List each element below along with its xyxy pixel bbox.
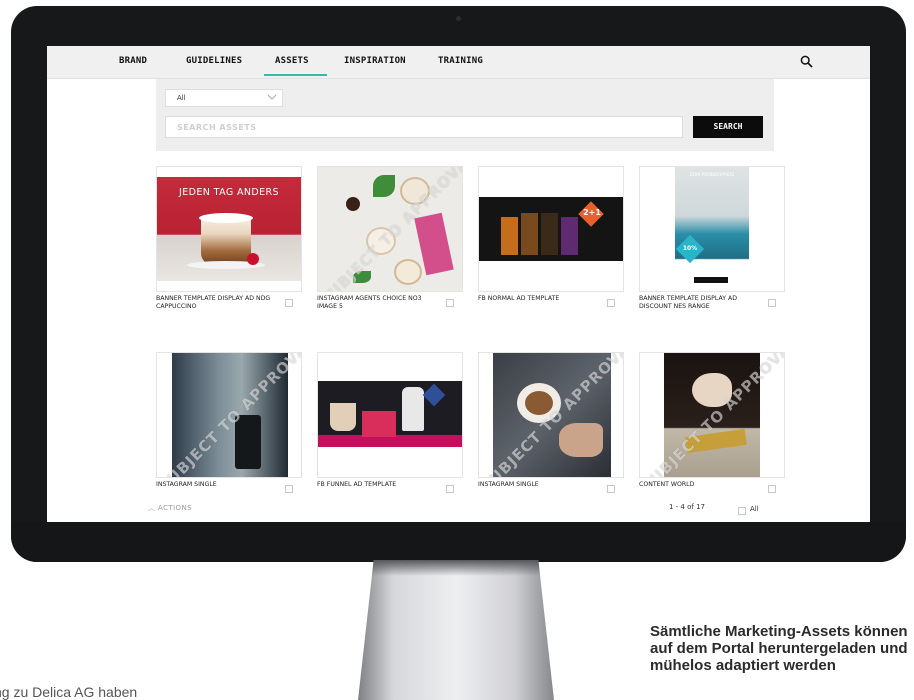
search-icon[interactable]: [800, 55, 813, 68]
asset-title: BANNER TEMPLATE DISPLAY AD NDG CAPPUCCIN…: [156, 295, 271, 310]
asset-thumbnail[interactable]: SUBJECT TO APPROVAL: [317, 166, 463, 292]
asset-title: FB NORMAL AD TEMPLATE: [478, 295, 560, 302]
promo-badge: 2+1: [583, 208, 601, 217]
body-text-fragment: ng zu Delica AG haben: [0, 684, 138, 700]
thumb-headline: JEDEN TAG ANDERS: [179, 187, 279, 198]
pagination-info: 1 - 4 of 17: [669, 503, 705, 511]
category-select-value: All: [177, 94, 186, 102]
asset-select-checkbox[interactable]: [768, 299, 776, 307]
stand-shadow: [371, 560, 541, 576]
select-all-checkbox[interactable]: [738, 507, 746, 515]
monitor-bezel: BRAND GUIDELINES ASSETS INSPIRATION TRAI…: [11, 6, 906, 562]
search-placeholder: SEARCH ASSETS: [177, 123, 257, 132]
nav-item-inspiration[interactable]: INSPIRATION: [344, 56, 406, 66]
chevron-down-icon: [267, 94, 277, 100]
asset-select-checkbox[interactable]: [768, 485, 776, 493]
asset-title: INSTAGRAM SINGLE: [156, 481, 217, 488]
asset-title: INSTAGRAM AGENTS CHOICE NO3 IMAGE 5: [317, 295, 422, 310]
asset-select-checkbox[interactable]: [446, 485, 454, 493]
screen: BRAND GUIDELINES ASSETS INSPIRATION TRAI…: [47, 46, 870, 522]
nav-item-brand[interactable]: BRAND: [119, 56, 147, 66]
asset-thumbnail[interactable]: JEDEN TAG ANDERS: [156, 166, 302, 292]
search-panel: All SEARCH ASSETS SEARCH: [156, 79, 774, 151]
marketing-caption: Sämtliche Marketing-Assets können auf de…: [650, 623, 908, 674]
actions-toggle[interactable]: ︿ ACTIONS: [148, 503, 192, 513]
asset-card[interactable]: SUBJECT TO APPROVAL CONTENT WORLD: [639, 352, 785, 512]
thumb-headline: ZUM PROBIERPREIS: [689, 173, 735, 178]
asset-select-checkbox[interactable]: [607, 485, 615, 493]
asset-card[interactable]: JEDEN TAG ANDERS BANNER TEMPLATE DISPLAY…: [156, 166, 302, 326]
asset-select-checkbox[interactable]: [285, 299, 293, 307]
asset-card[interactable]: SUBJECT TO APPROVAL INSTAGRAM SINGLE: [478, 352, 624, 512]
asset-thumbnail[interactable]: SUBJECT TO APPROVAL: [478, 352, 624, 478]
camera-dot: [456, 16, 461, 21]
asset-title: FB FUNNEL AD TEMPLATE: [317, 481, 397, 488]
asset-title: BANNER TEMPLATE DISPLAY AD DISCOUNT NES …: [639, 295, 737, 310]
search-input[interactable]: SEARCH ASSETS: [165, 116, 683, 138]
asset-thumbnail[interactable]: SUBJECT TO APPROVAL: [156, 352, 302, 478]
asset-title: CONTENT WORLD: [639, 481, 695, 488]
asset-thumbnail[interactable]: SUBJECT TO APPROVAL: [639, 352, 785, 478]
actions-label: ACTIONS: [158, 504, 192, 512]
asset-select-checkbox[interactable]: [607, 299, 615, 307]
nav-item-assets[interactable]: ASSETS: [275, 56, 309, 66]
monitor-stand: [358, 560, 554, 700]
asset-thumbnail[interactable]: ZUM PROBIERPREIS 10%: [639, 166, 785, 292]
asset-card[interactable]: ZUM PROBIERPREIS 10% BANNER TEMPLATE DIS…: [639, 166, 785, 326]
asset-select-checkbox[interactable]: [285, 485, 293, 493]
top-nav: BRAND GUIDELINES ASSETS INSPIRATION TRAI…: [47, 46, 870, 79]
nav-item-guidelines[interactable]: GUIDELINES: [186, 56, 242, 66]
asset-card[interactable]: SUBJECT TO APPROVAL INSTAGRAM AGENTS CHO…: [317, 166, 463, 326]
asset-card[interactable]: FB FUNNEL AD TEMPLATE: [317, 352, 463, 512]
asset-thumbnail[interactable]: [317, 352, 463, 478]
asset-card[interactable]: 2+1 FB NORMAL AD TEMPLATE: [478, 166, 624, 326]
chevron-up-icon: ︿: [148, 504, 156, 512]
nav-item-training[interactable]: TRAINING: [438, 56, 483, 66]
select-all-label: All: [750, 505, 759, 513]
asset-select-checkbox[interactable]: [446, 299, 454, 307]
asset-thumbnail[interactable]: 2+1: [478, 166, 624, 292]
category-select[interactable]: All: [165, 89, 283, 107]
asset-card[interactable]: SUBJECT TO APPROVAL INSTAGRAM SINGLE: [156, 352, 302, 512]
search-button[interactable]: SEARCH: [693, 116, 763, 138]
asset-title: INSTAGRAM SINGLE: [478, 481, 539, 488]
monitor-chin: [11, 522, 906, 562]
active-tab-indicator: [264, 74, 327, 76]
discount-badge: 10%: [682, 245, 698, 252]
